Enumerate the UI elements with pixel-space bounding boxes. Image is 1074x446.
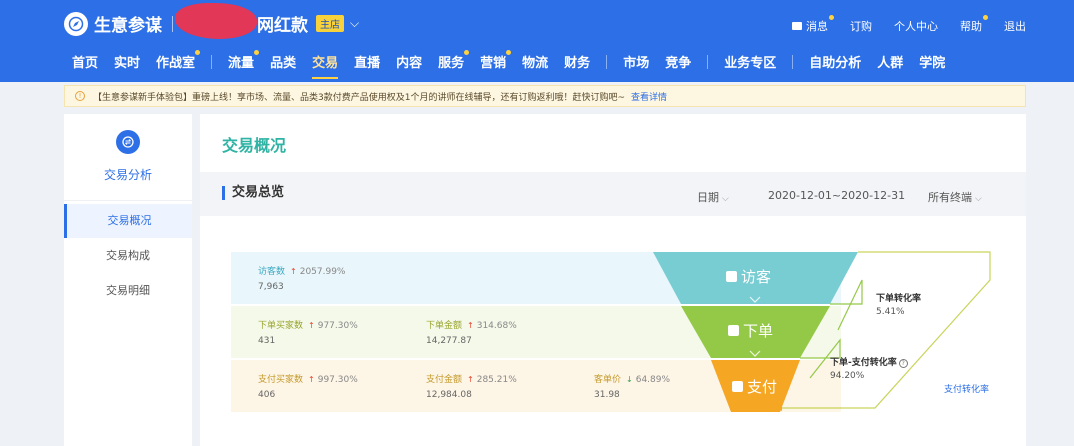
shop-name: 网红款 [257, 16, 308, 36]
section-header: 交易总览 日期 ⌵ 2020-12-01~2020-12-31 所有终端 ⌵ [200, 172, 1026, 216]
nav-live[interactable]: 直播 [354, 52, 380, 79]
nav-marketing[interactable]: 营销 [480, 50, 512, 79]
funnel-label-orders: 下单 [728, 320, 773, 341]
nav-traffic[interactable]: 流量 [228, 50, 260, 79]
arrow-down-icon: ↓ [626, 375, 633, 384]
notification-dot [506, 50, 512, 55]
section-title: 交易总览 [222, 186, 284, 200]
nav-service[interactable]: 服务 [438, 50, 470, 79]
nav-finance[interactable]: 财务 [564, 52, 590, 79]
notice-text: 【生意参谋新手体验包】重磅上线！享市场、流量、品类3款付费产品使用权及1个月的讲… [93, 92, 625, 103]
info-icon: ! [75, 91, 85, 101]
date-filter[interactable]: 日期 ⌵ [697, 189, 729, 205]
nav-academy[interactable]: 学院 [919, 52, 945, 79]
metric-order-amount[interactable]: 下单金额 ↑ 314.68% 14,277.87 [426, 318, 517, 346]
sidebar-divider [64, 200, 192, 201]
redaction-mark [175, 3, 257, 39]
chevron-down-icon[interactable]: ⌵ [350, 16, 359, 31]
arrow-up-icon: ↑ [467, 375, 474, 384]
notification-dot [254, 50, 260, 55]
user-nav-subscribe[interactable]: 订购 [850, 18, 872, 34]
user-nav: 消息 订购 个人中心 帮助 退出 [792, 15, 1026, 34]
user-nav-help[interactable]: 帮助 [960, 15, 988, 34]
transaction-analysis-icon [116, 130, 140, 154]
user-nav-profile[interactable]: 个人中心 [894, 18, 938, 34]
page-title: 交易概况 [222, 136, 287, 155]
nav-home[interactable]: 首页 [72, 52, 98, 79]
funnel-label-visitors: 访客 [726, 266, 771, 287]
main-content: 交易概况 交易总览 日期 ⌵ 2020-12-01~2020-12-31 所有终端… [200, 114, 1026, 446]
metric-pay-buyers[interactable]: 支付买家数 ↑ 997.30% 406 [258, 372, 358, 400]
notice-banner: ! 【生意参谋新手体验包】重磅上线！享市场、流量、品类3款付费产品使用权及1个月… [64, 85, 1026, 107]
nav-market[interactable]: 市场 [623, 52, 649, 79]
brand-name: 生意参谋 [94, 16, 162, 36]
sidebar: 交易分析 交易概况 交易构成 交易明细 [64, 114, 192, 446]
top-header: 生意参谋 网红款 主店 ⌵ 消息 订购 个人中心 帮助 退出 首页 实时 作战室… [0, 0, 1074, 82]
notification-dot [983, 15, 988, 20]
nav-business-zone[interactable]: 业务专区 [724, 52, 776, 79]
wallet-icon [732, 381, 743, 392]
order-conversion-rate: 下单转化率 5.41% [876, 294, 922, 317]
main-nav: 首页 实时 作战室 流量 品类 交易 直播 内容 服务 营销 物流 财务 市场 … [72, 50, 961, 79]
metric-visitors[interactable]: 访客数 ↑ 2057.99% 7,963 [258, 264, 346, 292]
pay-conversion-rate: 下单-支付转化率? 94.20% [830, 355, 908, 381]
hammer-icon [728, 325, 739, 336]
user-nav-messages[interactable]: 消息 [792, 15, 834, 34]
nav-competition[interactable]: 竞争 [665, 52, 691, 79]
brand-divider [172, 15, 173, 32]
overall-conversion-rate: 支付转化率 [944, 385, 990, 395]
metric-pay-amount[interactable]: 支付金额 ↑ 285.21% 12,984.08 [426, 372, 517, 400]
chevron-down-icon: ⌵ [975, 194, 982, 204]
funnel-label-payments: 支付 [732, 376, 777, 397]
nav-divider [792, 54, 794, 69]
nav-content[interactable]: 内容 [396, 52, 422, 79]
nav-self-analysis[interactable]: 自助分析 [809, 52, 861, 79]
nav-logistics[interactable]: 物流 [522, 52, 548, 79]
notification-dot [195, 50, 201, 55]
nav-divider [211, 54, 213, 69]
notification-dot [464, 50, 470, 55]
date-range-picker[interactable]: 2020-12-01~2020-12-31 [768, 189, 905, 202]
notice-link[interactable]: 查看详情 [631, 90, 667, 103]
terminal-select[interactable]: 所有终端 ⌵ [928, 189, 982, 205]
notification-dot [829, 15, 834, 20]
nav-transaction[interactable]: 交易 [312, 52, 339, 79]
sidebar-item-composition[interactable]: 交易构成 [64, 239, 192, 273]
sidebar-title: 交易分析 [103, 168, 152, 182]
arrow-up-icon: ↑ [290, 267, 297, 276]
arrow-up-icon: ↑ [308, 321, 315, 330]
person-icon [726, 271, 737, 282]
user-nav-logout[interactable]: 退出 [1004, 18, 1026, 34]
question-icon[interactable]: ? [898, 359, 908, 368]
brand[interactable]: 生意参谋 网红款 主店 ⌵ [64, 3, 359, 39]
nav-war-room[interactable]: 作战室 [156, 50, 201, 79]
compass-icon [64, 11, 88, 36]
sidebar-item-overview[interactable]: 交易概况 [64, 204, 192, 238]
metric-order-buyers[interactable]: 下单买家数 ↑ 977.30% 431 [258, 318, 358, 346]
message-icon [792, 22, 802, 30]
nav-divider [707, 54, 709, 69]
shop-badge: 主店 [316, 15, 344, 32]
nav-category[interactable]: 品类 [270, 52, 296, 79]
nav-realtime[interactable]: 实时 [114, 52, 140, 79]
arrow-up-icon: ↑ [467, 321, 474, 330]
nav-divider [606, 54, 608, 69]
shop-switcher[interactable]: 网红款 [175, 3, 308, 39]
arrow-up-icon: ↑ [308, 375, 315, 384]
nav-crowd[interactable]: 人群 [877, 52, 903, 79]
chevron-down-icon: ⌵ [722, 194, 729, 204]
sidebar-item-details[interactable]: 交易明细 [64, 274, 192, 308]
